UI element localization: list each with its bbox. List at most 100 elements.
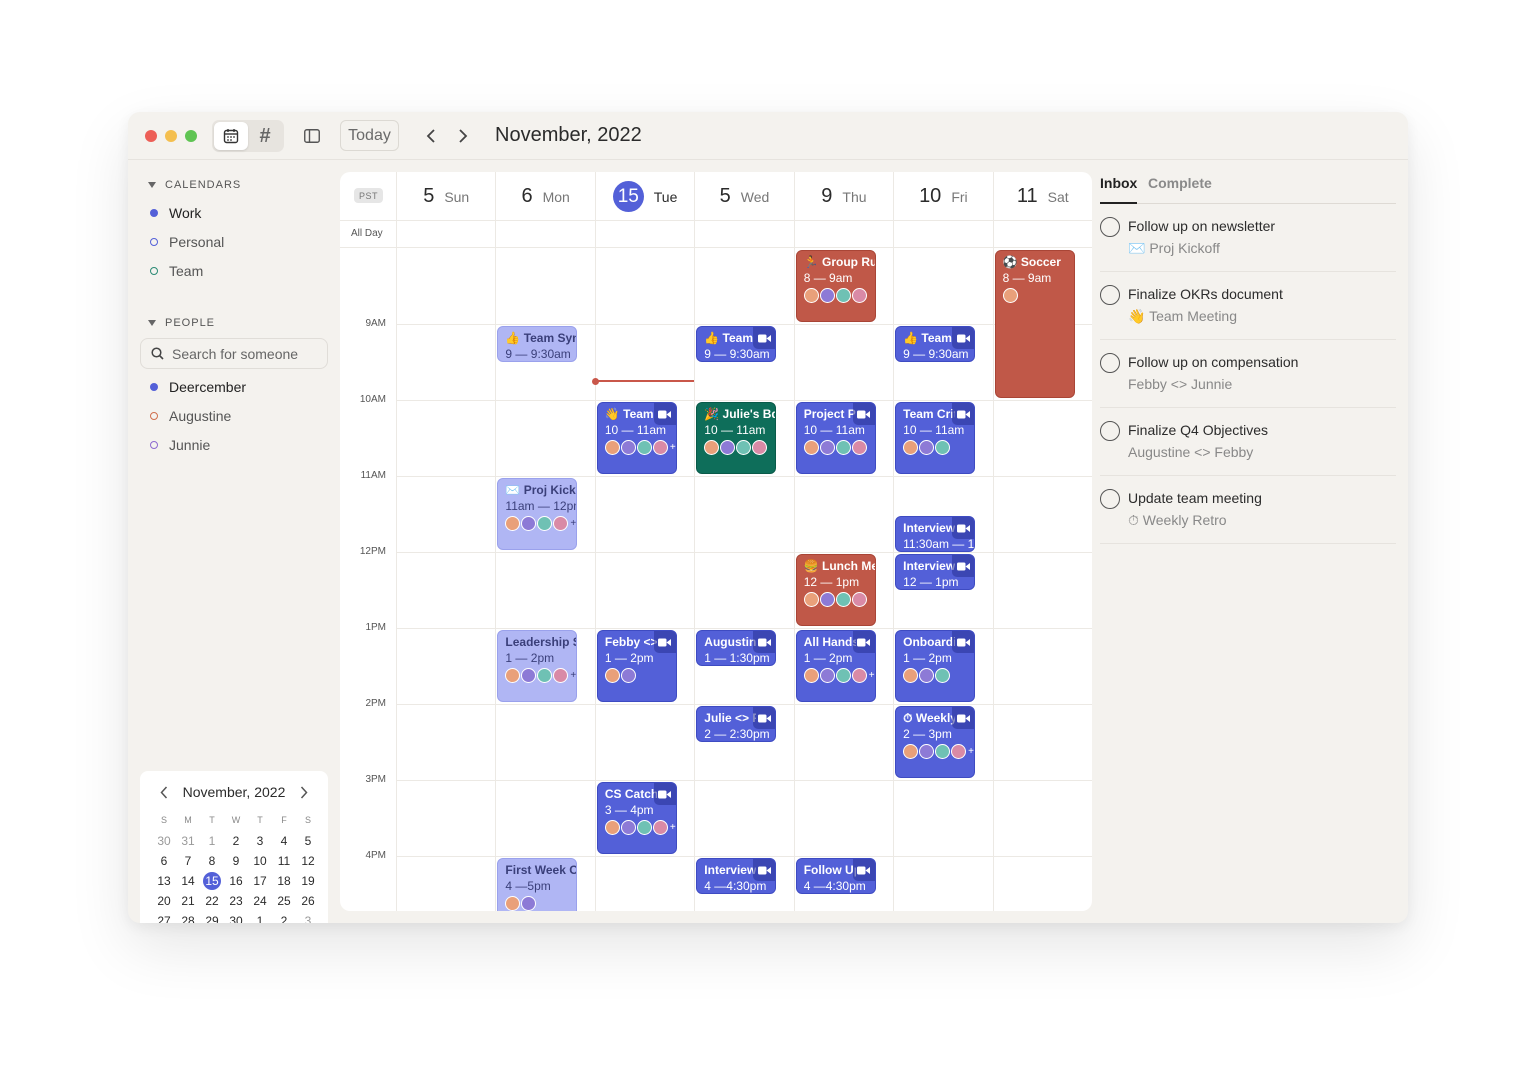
calendar-event[interactable]: 🍔 Lunch Meeting 12 — 1pm [795, 554, 876, 626]
mini-day[interactable]: 10 [248, 851, 272, 871]
calendar-event[interactable]: All Hands 1 — 2pm + [795, 630, 876, 702]
all-day-row[interactable]: All Day [340, 221, 1092, 248]
mini-day[interactable]: 31 [176, 831, 200, 851]
mini-day[interactable]: 18 [272, 871, 296, 891]
mini-day[interactable]: 21 [176, 891, 200, 911]
mini-day[interactable]: 4 [272, 831, 296, 851]
day-header-sat[interactable]: 11 Sat [992, 172, 1092, 221]
calendar-view-button[interactable] [214, 122, 248, 150]
next-week-button[interactable] [453, 126, 473, 146]
task-item[interactable]: Update team meeting ⏱ Weekly Retro [1100, 476, 1396, 544]
mini-day[interactable]: 24 [248, 891, 272, 911]
channels-view-button[interactable]: # [248, 122, 282, 150]
people-search[interactable] [140, 338, 328, 369]
sidebar-item-augustine[interactable]: Augustine [150, 408, 231, 424]
sidebar-item-work[interactable]: Work [150, 205, 201, 221]
calendar-event[interactable]: ⚽ Soccer 8 — 9am [994, 250, 1075, 398]
sidebar-item-personal[interactable]: Personal [150, 234, 224, 250]
mini-day[interactable]: 22 [200, 891, 224, 911]
calendar-event[interactable]: Julie <> Febby2 — 2:30pm [696, 706, 777, 742]
mini-day[interactable]: 19 [296, 871, 320, 891]
mini-day[interactable]: 3 [248, 831, 272, 851]
mini-day[interactable]: 23 [224, 891, 248, 911]
calendar-event[interactable]: CS Catch-up3 — 4pm+ [596, 782, 677, 854]
task-item[interactable]: Finalize Q4 Objectives Augustine <> Febby [1100, 408, 1396, 476]
people-section-toggle[interactable]: PEOPLE [148, 317, 215, 329]
calendar-event[interactable]: ✉️ Proj Kickoff 11am — 12pm + [497, 478, 578, 550]
calendar-event[interactable]: 👍 Team Sync 9 — 9:30am [497, 326, 578, 362]
day-header-fri[interactable]: 10 Fri [893, 172, 992, 221]
task-checkbox[interactable] [1100, 217, 1120, 237]
toggle-sidebar-button[interactable] [302, 126, 322, 146]
mini-day[interactable]: 16 [224, 871, 248, 891]
calendar-event[interactable]: Febby <> Junnie1 — 2pm [596, 630, 677, 702]
today-button[interactable]: Today [340, 120, 399, 151]
calendar-event[interactable]: Onboarding1 — 2pm [895, 630, 976, 702]
mini-day[interactable]: 30 [152, 831, 176, 851]
mini-day[interactable]: 6 [152, 851, 176, 871]
mini-day[interactable]: 27 [152, 911, 176, 923]
day-header-mon[interactable]: 6 Mon [495, 172, 594, 221]
calendar-event[interactable]: Augustine <> Febby1 — 1:30pm [696, 630, 777, 666]
mini-day[interactable]: 2 [224, 831, 248, 851]
day-header-tue[interactable]: 15 Tue [594, 172, 694, 221]
mini-prev-month-button[interactable] [157, 785, 171, 799]
task-checkbox[interactable] [1100, 489, 1120, 509]
mini-day-today[interactable]: 15 [200, 871, 224, 891]
time-grid[interactable]: 9AM 10AM 11AM 12PM 1PM 2PM 3PM 4PM 🏃 Group Run 8 … [340, 248, 1092, 911]
mini-day[interactable]: 30 [224, 911, 248, 923]
minimize-window-button[interactable] [165, 130, 177, 142]
mini-day[interactable]: 1 [248, 911, 272, 923]
mini-day[interactable]: 7 [176, 851, 200, 871]
task-item[interactable]: Follow up on newsletter ✉️ Proj Kickoff [1100, 204, 1396, 272]
calendar-event[interactable]: First Week Check-in 4 —5pm [497, 858, 578, 911]
mini-day[interactable]: 2 [272, 911, 296, 923]
tab-complete[interactable]: Complete [1148, 175, 1212, 204]
mini-next-month-button[interactable] [297, 785, 311, 799]
mini-day[interactable]: 12 [296, 851, 320, 871]
mini-day[interactable]: 14 [176, 871, 200, 891]
sidebar-item-deercember[interactable]: Deercember [150, 379, 246, 395]
sidebar-item-junnie[interactable]: Junnie [150, 437, 210, 453]
mini-day[interactable]: 3 [296, 911, 320, 923]
calendar-event[interactable]: Follow Up 4 —4:30pm [795, 858, 876, 894]
people-search-input[interactable] [172, 345, 322, 362]
calendar-event[interactable]: 👋 Team 10 — 11am + [596, 402, 677, 474]
mini-day[interactable]: 9 [224, 851, 248, 871]
mini-day[interactable]: 25 [272, 891, 296, 911]
calendar-event[interactable]: ⏱ Weekly Retro2 — 3pm+ [895, 706, 976, 778]
calendar-event[interactable]: Interview11:30am — 12pm [895, 516, 976, 552]
tab-inbox[interactable]: Inbox [1100, 175, 1138, 204]
mini-day[interactable]: 13 [152, 871, 176, 891]
zoom-window-button[interactable] [185, 130, 197, 142]
calendar-event[interactable]: Interview 12 — 1pm [895, 554, 976, 590]
mini-day[interactable]: 5 [296, 831, 320, 851]
mini-day[interactable]: 20 [152, 891, 176, 911]
calendars-section-toggle[interactable]: CALENDARS [148, 179, 241, 191]
task-checkbox[interactable] [1100, 353, 1120, 373]
close-window-button[interactable] [145, 130, 157, 142]
mini-day[interactable]: 17 [248, 871, 272, 891]
mini-day[interactable]: 28 [176, 911, 200, 923]
task-item[interactable]: Follow up on compensation Febby <> Junnie [1100, 340, 1396, 408]
day-header-thu[interactable]: 9 Thu [793, 172, 893, 221]
calendar-event[interactable]: Team Crit 10 — 11am [895, 402, 976, 474]
mini-day[interactable]: 8 [200, 851, 224, 871]
calendar-event[interactable]: 👍 Team 9 — 9:30am [895, 326, 976, 362]
mini-day[interactable]: 26 [296, 891, 320, 911]
calendar-event[interactable]: 🏃 Group Run 8 — 9am [795, 250, 876, 322]
task-checkbox[interactable] [1100, 421, 1120, 441]
calendar-event[interactable]: Interview 4 —4:30pm [696, 858, 777, 894]
sidebar-item-team[interactable]: Team [150, 263, 203, 279]
timezone-badge[interactable]: PST [354, 188, 383, 203]
calendar-event[interactable]: Project Planning10 — 11am [795, 402, 876, 474]
previous-week-button[interactable] [421, 126, 441, 146]
task-checkbox[interactable] [1100, 285, 1120, 305]
calendar-event[interactable]: Leadership Sync 1 — 2pm + [497, 630, 578, 702]
mini-day[interactable]: 29 [200, 911, 224, 923]
day-header-wed[interactable]: 5 Wed [694, 172, 793, 221]
calendar-event[interactable]: 🎉 Julie's Bday 10 — 11am [696, 402, 777, 474]
mini-day[interactable]: 11 [272, 851, 296, 871]
task-item[interactable]: Finalize OKRs document 👋 Team Meeting [1100, 272, 1396, 340]
mini-day[interactable]: 1 [200, 831, 224, 851]
